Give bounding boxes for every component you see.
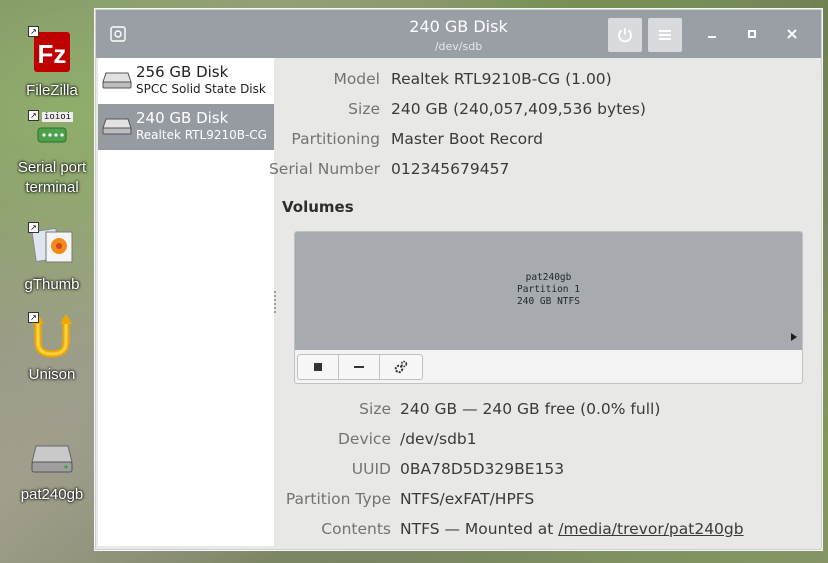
desktop-icon-label: Unison (28, 366, 76, 383)
contents-value: NTFS — Mounted at /media/trevor/pat240gb (400, 520, 744, 538)
drive-name: 256 GB Disk (136, 63, 229, 81)
minus-icon (354, 366, 364, 368)
partition-type-label: Partition Type (285, 490, 391, 508)
serial-row: Serial Number 012345679457 (269, 160, 816, 182)
minimize-button[interactable] (702, 24, 722, 44)
gthumb-icon: ↗ (28, 222, 76, 270)
uuid-row: UUID 0BA78D5D329BE153 (276, 460, 816, 482)
partitioning-row: Partitioning Master Boot Record (276, 130, 816, 152)
desktop-icon-label: FileZilla (26, 82, 78, 99)
drive-name: 240 GB Disk (136, 109, 229, 127)
close-button[interactable] (782, 24, 802, 44)
drive-list: 256 GB Disk SPCC Solid State Disk 240 GB… (98, 58, 274, 546)
desktop-icon-filezilla[interactable]: ↗ Fz FileZilla (8, 26, 96, 102)
drive-icon (28, 432, 76, 480)
power-icon (618, 28, 632, 43)
model-value: Realtek RTL9210B-CG (1.00) (391, 70, 612, 88)
desktop-icon-serial-port-terminal[interactable]: ↗ ioioi Serial port terminal (8, 110, 96, 198)
partitioning-label: Partitioning (291, 130, 380, 148)
partition-options-button[interactable] (379, 354, 423, 380)
maximize-button[interactable] (742, 24, 762, 44)
uuid-value: 0BA78D5D329BE153 (400, 460, 565, 478)
size-value: 240 GB (240,057,409,536 bytes) (391, 100, 646, 118)
desktop-icon-unison[interactable]: ↗ Unison (8, 312, 96, 386)
serial-port-icon: ↗ ioioi (28, 110, 76, 150)
title-bar[interactable]: 240 GB Disk /dev/sdb (96, 10, 821, 58)
volume-size-label: Size (359, 400, 391, 418)
power-off-button[interactable] (608, 18, 642, 52)
unmount-button[interactable] (297, 354, 339, 380)
svg-text:Fz: Fz (38, 39, 67, 69)
desktop-icon-label: pat240gb (20, 486, 84, 503)
volume-toolbar (297, 354, 423, 380)
device-label: Device (337, 430, 391, 448)
mount-point-link[interactable]: /media/trevor/pat240gb (558, 520, 743, 538)
contents-row: Contents NTFS — Mounted at /media/trevor… (276, 520, 816, 542)
minimize-icon (708, 36, 716, 38)
drive-model: SPCC Solid State Disk (136, 82, 266, 96)
volumes-heading: Volumes (282, 198, 354, 216)
desktop-icon-gthumb[interactable]: ↗ gThumb (8, 222, 96, 296)
close-icon (787, 29, 797, 39)
play-arrow-icon (791, 333, 797, 341)
drive-item-256gb[interactable]: 256 GB Disk SPCC Solid State Disk (98, 58, 274, 104)
serial-value: 012345679457 (391, 160, 510, 178)
drive-details: Model Realtek RTL9210B-CG (1.00) Size 24… (269, 58, 821, 546)
desktop-icon-label: gThumb (24, 276, 80, 293)
model-label: Model (333, 70, 380, 88)
volumes-panel: pat240gb Partition 1 240 GB NTFS (294, 231, 803, 384)
drive-model: Realtek RTL9210B-CG (136, 128, 267, 142)
serial-label: Serial Number (268, 160, 380, 178)
unison-icon: ↗ (28, 312, 76, 360)
stop-icon (314, 363, 322, 371)
drive-item-240gb[interactable]: 240 GB Disk Realtek RTL9210B-CG (98, 104, 274, 150)
drive-menu-button[interactable] (648, 18, 682, 52)
disks-window: 240 GB Disk /dev/sdb 256 GB Disk SPCC So… (95, 9, 822, 550)
size-row: Size 240 GB (240,057,409,536 bytes) (276, 100, 816, 122)
volume-size-value: 240 GB — 240 GB free (0.0% full) (400, 400, 661, 418)
partition-name: pat240gb (525, 272, 572, 283)
volume-size-row: Size 240 GB — 240 GB free (0.0% full) (276, 400, 816, 422)
gears-icon (394, 360, 408, 374)
filezilla-icon: ↗ Fz (28, 26, 76, 76)
partition-desc: 240 GB NTFS (517, 296, 580, 307)
partition-type-value: NTFS/exFAT/HPFS (400, 490, 535, 508)
partition-block[interactable]: pat240gb Partition 1 240 GB NTFS (295, 232, 802, 350)
model-row: Model Realtek RTL9210B-CG (1.00) (276, 70, 816, 92)
hamburger-icon (659, 30, 671, 40)
partitioning-value: Master Boot Record (391, 130, 544, 148)
maximize-icon (748, 30, 756, 38)
desktop-icon-label: Serial port terminal (17, 159, 87, 196)
contents-label: Contents (321, 520, 391, 538)
partition-number: Partition 1 (517, 284, 580, 295)
size-label: Size (348, 100, 380, 118)
partition-type-row: Partition Type NTFS/exFAT/HPFS (276, 490, 816, 512)
uuid-label: UUID (351, 460, 391, 478)
hard-drive-icon (102, 118, 132, 135)
contents-text: NTFS — Mounted at (400, 520, 559, 538)
delete-partition-button[interactable] (338, 354, 380, 380)
device-row: Device /dev/sdb1 (276, 430, 816, 452)
hard-drive-icon (102, 72, 132, 89)
device-value: /dev/sdb1 (400, 430, 477, 448)
desktop-icon-pat240gb[interactable]: pat240gb (8, 432, 96, 506)
